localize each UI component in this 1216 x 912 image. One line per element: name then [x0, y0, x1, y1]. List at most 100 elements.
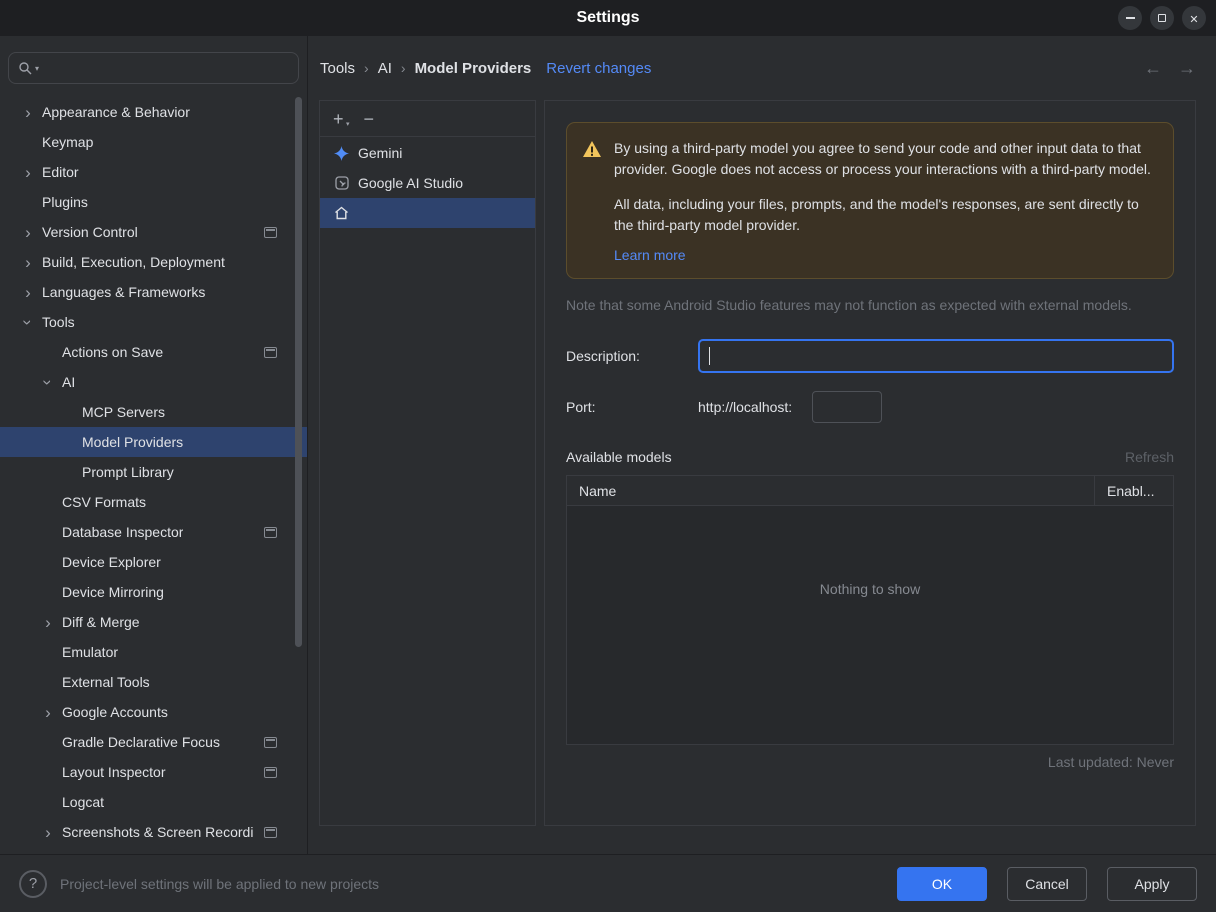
chevron-right-icon[interactable]: › [14, 284, 42, 301]
providers-panel: Gemini Google AI Studio [319, 100, 536, 826]
sidebar-item-keymap[interactable]: Keymap [0, 127, 307, 157]
window-title: Settings [576, 9, 640, 26]
provider-item-google-ai-studio[interactable]: Google AI Studio [320, 168, 535, 198]
minimize-icon [1125, 17, 1135, 19]
sidebar-item-actions-on-save[interactable]: Actions on Save [0, 337, 307, 367]
help-button[interactable]: ? [19, 869, 47, 898]
titlebar: Settings [0, 0, 1216, 36]
chevron-right-icon[interactable]: › [14, 224, 42, 241]
providers-toolbar [320, 101, 535, 137]
last-updated-text: Last updated: Never [1047, 754, 1174, 770]
ide-badge-icon [264, 767, 277, 778]
available-models-row: Available models Refresh [566, 449, 1174, 465]
chevron-right-icon[interactable]: › [34, 824, 62, 841]
sidebar-item-logcat[interactable]: Logcat [0, 787, 307, 817]
chevron-down-icon[interactable]: › [39, 368, 58, 396]
sidebar-item-languages-frameworks[interactable]: › Languages & Frameworks [0, 277, 307, 307]
sidebar-item-layout-inspector[interactable]: Layout Inspector [0, 757, 307, 787]
sidebar-item-label: MCP Servers [82, 404, 165, 420]
maximize-button[interactable] [1150, 6, 1174, 30]
provider-item-new-provider[interactable] [320, 198, 535, 228]
sidebar-item-ai[interactable]: › AI [0, 367, 307, 397]
sidebar-item-prompt-library[interactable]: Prompt Library [0, 457, 307, 487]
sidebar-item-device-mirroring[interactable]: Device Mirroring [0, 577, 307, 607]
sidebar-item-mcp-servers[interactable]: MCP Servers [0, 397, 307, 427]
sidebar-item-label: Device Mirroring [62, 584, 164, 600]
sidebar-item-database-inspector[interactable]: Database Inspector [0, 517, 307, 547]
refresh-button[interactable]: Refresh [1125, 449, 1174, 465]
sidebar-item-label: Actions on Save [62, 344, 164, 360]
warning-paragraph-2: All data, including your files, prompts,… [614, 196, 1139, 233]
apply-button[interactable]: Apply [1107, 866, 1197, 901]
sidebar-item-external-tools[interactable]: External Tools [0, 667, 307, 697]
sidebar-item-tools[interactable]: › Tools [0, 307, 307, 337]
search-box[interactable]: ▾ [8, 52, 299, 84]
provider-item-gemini[interactable]: Gemini [320, 138, 535, 168]
breadcrumb-model-providers: Model Providers [414, 59, 532, 77]
third-party-warning-banner: By using a third-party model you agree t… [566, 122, 1174, 279]
chevron-right-icon[interactable]: › [14, 254, 42, 271]
google-ai-studio-icon [334, 176, 349, 191]
provider-item-label: Google AI Studio [358, 175, 464, 191]
breadcrumb-tools[interactable]: Tools [320, 60, 355, 77]
breadcrumb-separator-icon [364, 60, 369, 76]
empty-table-text: Nothing to show [819, 581, 921, 597]
sidebar-item-device-explorer[interactable]: Device Explorer [0, 547, 307, 577]
question-mark-icon: ? [28, 875, 38, 892]
ide-badge-icon [264, 347, 277, 358]
sidebar-item-label: CSV Formats [62, 494, 147, 510]
back-arrow-icon[interactable]: ← [1144, 58, 1162, 79]
sidebar-item-emulator[interactable]: Emulator [0, 637, 307, 667]
sidebar-item-gradle-declarative-focus[interactable]: Gradle Declarative Focus [0, 727, 307, 757]
learn-more-link[interactable]: Learn more [614, 247, 686, 263]
settings-tree: › Appearance & Behavior Keymap › Editor Plugi… [0, 97, 307, 847]
column-header-name[interactable]: Name [567, 476, 1095, 505]
sidebar-item-build-execution-deployment[interactable]: › Build, Execution, Deployment [0, 247, 307, 277]
sidebar-item-label: External Tools [62, 674, 150, 690]
maximize-icon [1158, 14, 1166, 22]
warning-triangle-icon [583, 141, 601, 160]
ide-badge-icon [264, 527, 277, 538]
sidebar-item-model-providers[interactable]: Model Providers [0, 427, 307, 457]
sidebar-item-version-control[interactable]: › Version Control [0, 217, 307, 247]
sidebar-item-editor[interactable]: › Editor [0, 157, 307, 187]
sidebar-item-plugins[interactable]: Plugins [0, 187, 307, 217]
content-panels: Gemini Google AI Studio By using a third-… [308, 100, 1216, 854]
sidebar-item-label: Screenshots & Screen Recordi [62, 824, 254, 840]
chevron-right-icon[interactable]: › [14, 164, 42, 181]
models-table: Name Enabl... Nothing to show [566, 475, 1174, 745]
revert-changes-link[interactable]: Revert changes [546, 60, 651, 77]
description-input[interactable] [698, 339, 1174, 373]
sidebar-scrollbar[interactable] [295, 97, 302, 647]
sidebar-item-label: Emulator [62, 644, 119, 660]
column-header-enabled[interactable]: Enabl... [1095, 476, 1173, 505]
chevron-down-icon[interactable]: › [19, 308, 38, 336]
remove-provider-icon[interactable] [364, 110, 375, 128]
sidebar-item-google-accounts[interactable]: › Google Accounts [0, 697, 307, 727]
port-prefix: http://localhost: [698, 399, 793, 415]
sidebar-item-label: Appearance & Behavior [42, 104, 190, 120]
chevron-right-icon[interactable]: › [34, 614, 62, 631]
sidebar-item-csv-formats[interactable]: CSV Formats [0, 487, 307, 517]
sidebar-item-appearance-behavior[interactable]: › Appearance & Behavior [0, 97, 307, 127]
close-button[interactable] [1182, 6, 1206, 30]
forward-arrow-icon[interactable]: → [1178, 58, 1196, 79]
breadcrumb: Tools AI Model Providers Revert changes … [308, 36, 1216, 100]
ide-badge-icon [264, 227, 277, 238]
settings-search-input[interactable] [42, 60, 289, 76]
sidebar-item-screenshots-screen-recordi[interactable]: › Screenshots & Screen Recordi [0, 817, 307, 847]
ok-button[interactable]: OK [897, 866, 987, 901]
chevron-right-icon[interactable]: › [34, 704, 62, 721]
sidebar-item-diff-merge[interactable]: › Diff & Merge [0, 607, 307, 637]
sidebar-item-label: Keymap [42, 134, 94, 150]
port-input[interactable] [812, 391, 883, 423]
breadcrumb-ai[interactable]: AI [378, 60, 392, 77]
close-icon [1189, 10, 1198, 26]
cancel-button[interactable]: Cancel [1007, 866, 1087, 901]
minimize-button[interactable] [1118, 6, 1142, 30]
sidebar-item-label: Database Inspector [62, 524, 184, 540]
search-options-caret-icon[interactable]: ▾ [35, 64, 39, 73]
sidebar-item-label: Google Accounts [62, 704, 168, 720]
add-provider-icon[interactable] [333, 110, 348, 128]
chevron-right-icon[interactable]: › [14, 104, 42, 121]
